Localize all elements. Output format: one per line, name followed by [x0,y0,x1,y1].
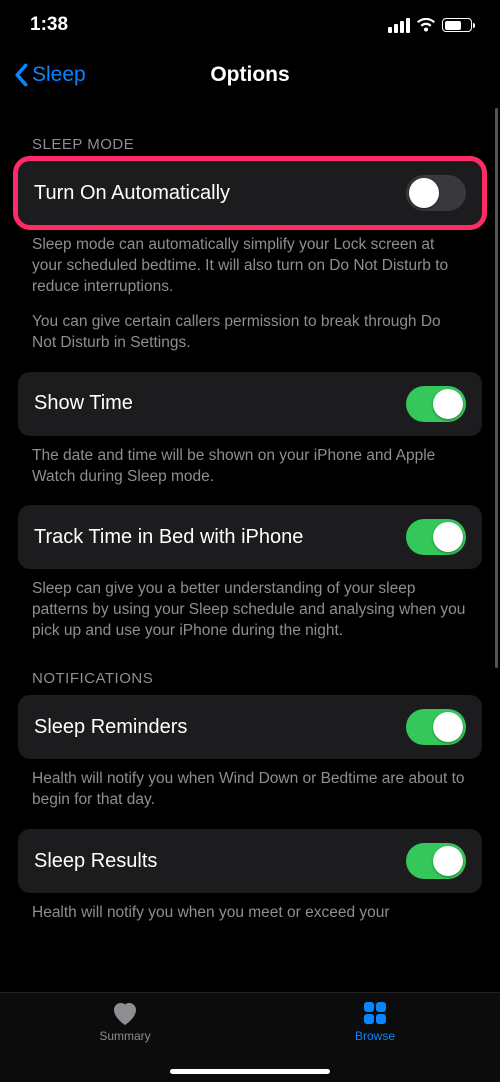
switch-turn-on-automatically[interactable] [406,175,466,211]
switch-track-time-in-bed[interactable] [406,519,466,555]
footer-text: Health will notify you when you meet or … [18,893,482,924]
scroll-indicator[interactable] [495,108,498,668]
status-time: 1:38 [30,14,68,36]
status-indicators [388,18,472,33]
row-label: Track Time in Bed with iPhone [34,526,303,549]
wifi-icon [416,18,436,33]
section-header-notifications: NOTIFICATIONS [18,642,482,695]
tab-label: Summary [99,1029,150,1043]
page-title: Options [0,63,500,87]
footer-text: Health will notify you when Wind Down or… [18,759,482,811]
footer-text: Sleep can give you a better understandin… [18,569,482,642]
switch-show-time[interactable] [406,386,466,422]
row-label: Sleep Results [34,850,157,873]
row-sleep-results[interactable]: Sleep Results [18,829,482,893]
tab-label: Browse [355,1029,395,1043]
row-label: Turn On Automatically [34,182,230,205]
row-label: Show Time [34,392,133,415]
switch-sleep-reminders[interactable] [406,709,466,745]
row-sleep-reminders[interactable]: Sleep Reminders [18,695,482,759]
status-bar: 1:38 [0,0,500,50]
heart-icon [110,999,140,1027]
cellular-signal-icon [388,18,410,33]
row-track-time-in-bed[interactable]: Track Time in Bed with iPhone [18,505,482,569]
row-label: Sleep Reminders [34,716,187,739]
nav-header: Sleep Options [0,50,500,100]
footer-text: The date and time will be shown on your … [18,436,482,488]
row-turn-on-automatically[interactable]: Turn On Automatically [18,161,482,225]
section-header-sleep-mode: SLEEP MODE [18,108,482,161]
battery-icon [442,18,472,32]
home-indicator[interactable] [170,1069,330,1074]
row-show-time[interactable]: Show Time [18,372,482,436]
footer-text: You can give certain callers permission … [18,298,482,354]
switch-sleep-results[interactable] [406,843,466,879]
content-scroll[interactable]: SLEEP MODE Turn On Automatically Sleep m… [0,108,500,992]
footer-text: Sleep mode can automatically simplify yo… [18,225,482,298]
grid-icon [361,999,389,1027]
